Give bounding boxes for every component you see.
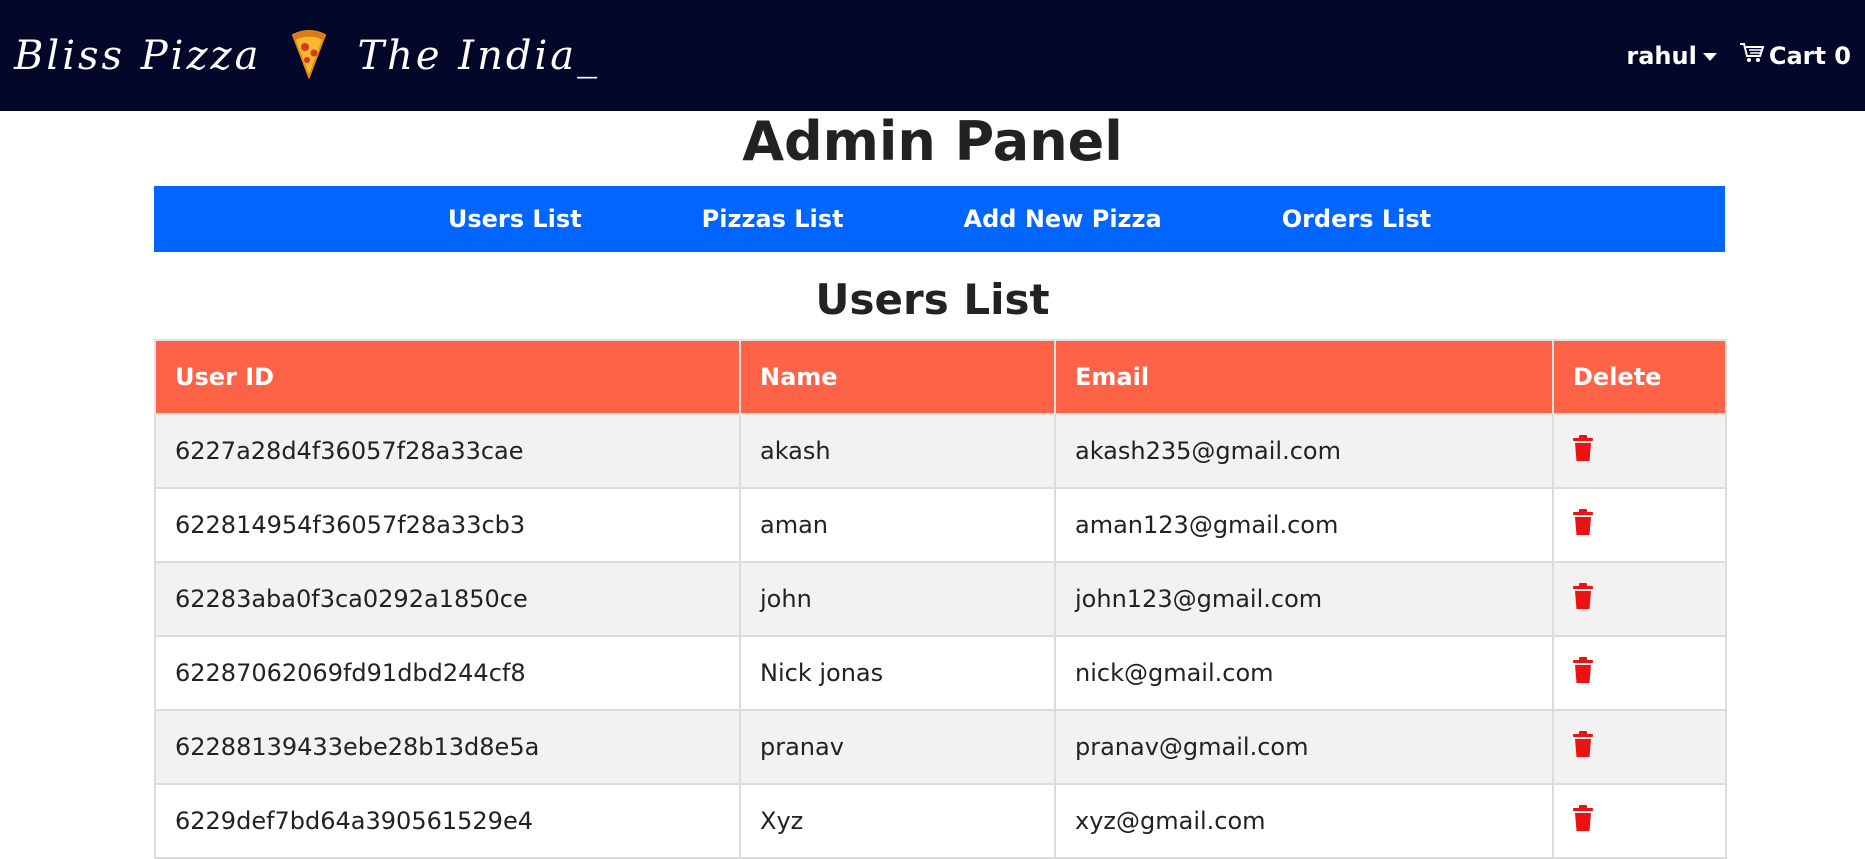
column-header-delete: Delete	[1552, 339, 1727, 415]
delete-cell	[1552, 635, 1727, 711]
delete-cell	[1552, 709, 1727, 785]
admin-nav: Users List Pizzas List Add New Pizza Ord…	[154, 186, 1725, 252]
user-id-cell: 62288139433ebe28b13d8e5a	[154, 709, 741, 785]
brand-name[interactable]: Bliss Pizza	[14, 33, 261, 79]
cart-icon	[1739, 42, 1765, 70]
user-email-cell: xyz@gmail.com	[1054, 783, 1554, 859]
brand[interactable]: Bliss Pizza The India_	[14, 0, 600, 111]
user-name-cell: john	[739, 561, 1056, 637]
admin-nav-pizzas-list[interactable]: Pizzas List	[642, 205, 904, 233]
admin-nav-add-new-pizza[interactable]: Add New Pizza	[904, 205, 1222, 233]
user-id-cell: 622814954f36057f28a33cb3	[154, 487, 741, 563]
navbar-right: rahul Cart 0	[1626, 42, 1851, 70]
user-id-cell: 6229def7bd64a390561529e4	[154, 783, 741, 859]
user-id-cell: 6227a28d4f36057f28a33cae	[154, 413, 741, 489]
trash-icon[interactable]	[1573, 435, 1593, 467]
table-row: 6229def7bd64a390561529e4 Xyz xyz@gmail.c…	[154, 783, 1727, 859]
table-header-row: User ID Name Email Delete	[154, 339, 1727, 415]
cart-link[interactable]: Cart 0	[1739, 42, 1851, 70]
caret-down-icon	[1702, 52, 1717, 61]
brand-tagline: The India_	[357, 32, 601, 79]
user-email-cell: nick@gmail.com	[1054, 635, 1554, 711]
table-row: 62283aba0f3ca0292a1850ce john john123@gm…	[154, 561, 1727, 637]
table-row: 62287062069fd91dbd244cf8 Nick jonas nick…	[154, 635, 1727, 711]
pizza-slice-icon	[289, 29, 329, 83]
user-name-cell: Nick jonas	[739, 635, 1056, 711]
table-row: 62288139433ebe28b13d8e5a pranav pranav@g…	[154, 709, 1727, 785]
admin-nav-orders-list[interactable]: Orders List	[1222, 205, 1491, 233]
top-navbar: Bliss Pizza The India_ rahul Cart 0	[0, 0, 1865, 111]
user-name-cell: pranav	[739, 709, 1056, 785]
delete-cell	[1552, 561, 1727, 637]
user-id-cell: 62283aba0f3ca0292a1850ce	[154, 561, 741, 637]
users-table: User ID Name Email Delete 6227a28d4f3605…	[154, 339, 1727, 859]
column-header-email: Email	[1054, 339, 1554, 415]
user-name-cell: akash	[739, 413, 1056, 489]
delete-cell	[1552, 783, 1727, 859]
trash-icon[interactable]	[1573, 583, 1593, 615]
section-title: Users List	[815, 275, 1050, 324]
user-email-cell: akash235@gmail.com	[1054, 413, 1554, 489]
cart-label: Cart 0	[1768, 41, 1851, 70]
user-email-cell: john123@gmail.com	[1054, 561, 1554, 637]
user-name-cell: aman	[739, 487, 1056, 563]
admin-nav-users-list[interactable]: Users List	[388, 205, 642, 233]
column-header-name: Name	[739, 339, 1056, 415]
trash-icon[interactable]	[1573, 805, 1593, 837]
user-email-cell: pranav@gmail.com	[1054, 709, 1554, 785]
user-email-cell: aman123@gmail.com	[1054, 487, 1554, 563]
user-name-cell: Xyz	[739, 783, 1056, 859]
page-title: Admin Panel	[742, 110, 1123, 173]
user-id-cell: 62287062069fd91dbd244cf8	[154, 635, 741, 711]
trash-icon[interactable]	[1573, 731, 1593, 763]
table-row: 622814954f36057f28a33cb3 aman aman123@gm…	[154, 487, 1727, 563]
column-header-user-id: User ID	[154, 339, 741, 415]
delete-cell	[1552, 413, 1727, 489]
user-name: rahul	[1626, 41, 1697, 70]
delete-cell	[1552, 487, 1727, 563]
table-row: 6227a28d4f36057f28a33cae akash akash235@…	[154, 413, 1727, 489]
trash-icon[interactable]	[1573, 657, 1593, 689]
user-menu-dropdown[interactable]: rahul	[1626, 41, 1717, 70]
trash-icon[interactable]	[1573, 509, 1593, 541]
